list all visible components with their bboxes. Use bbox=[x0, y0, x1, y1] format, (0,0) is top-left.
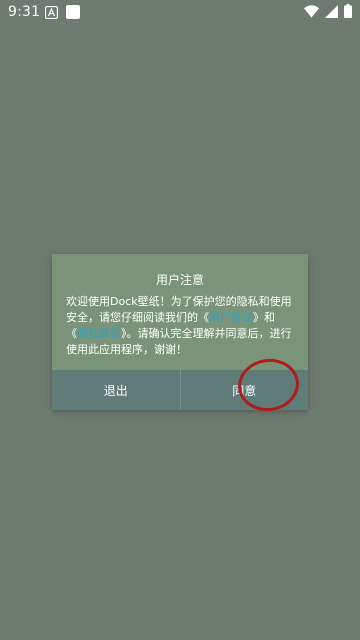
dialog-message: 欢迎使用Dock壁纸！为了保护您的隐私和使用安全，请您仔细阅读我们的《用户协议》… bbox=[66, 294, 296, 358]
status-right-icons bbox=[304, 4, 352, 22]
wifi-icon bbox=[304, 4, 319, 22]
exit-button[interactable]: 退出 bbox=[52, 370, 180, 410]
image-notification-icon bbox=[66, 5, 80, 23]
signal-icon bbox=[325, 4, 338, 22]
status-left-icons bbox=[44, 5, 80, 23]
user-agreement-link[interactable]: 用户协议 bbox=[209, 311, 253, 324]
status-time: 9:31 bbox=[8, 4, 41, 20]
battery-icon bbox=[344, 4, 352, 22]
privacy-policy-link[interactable]: 隐私政策 bbox=[77, 327, 121, 340]
dialog-title: 用户注意 bbox=[155, 273, 204, 287]
status-bar: 9:31 bbox=[0, 0, 360, 24]
app-notification-icon bbox=[44, 5, 59, 23]
